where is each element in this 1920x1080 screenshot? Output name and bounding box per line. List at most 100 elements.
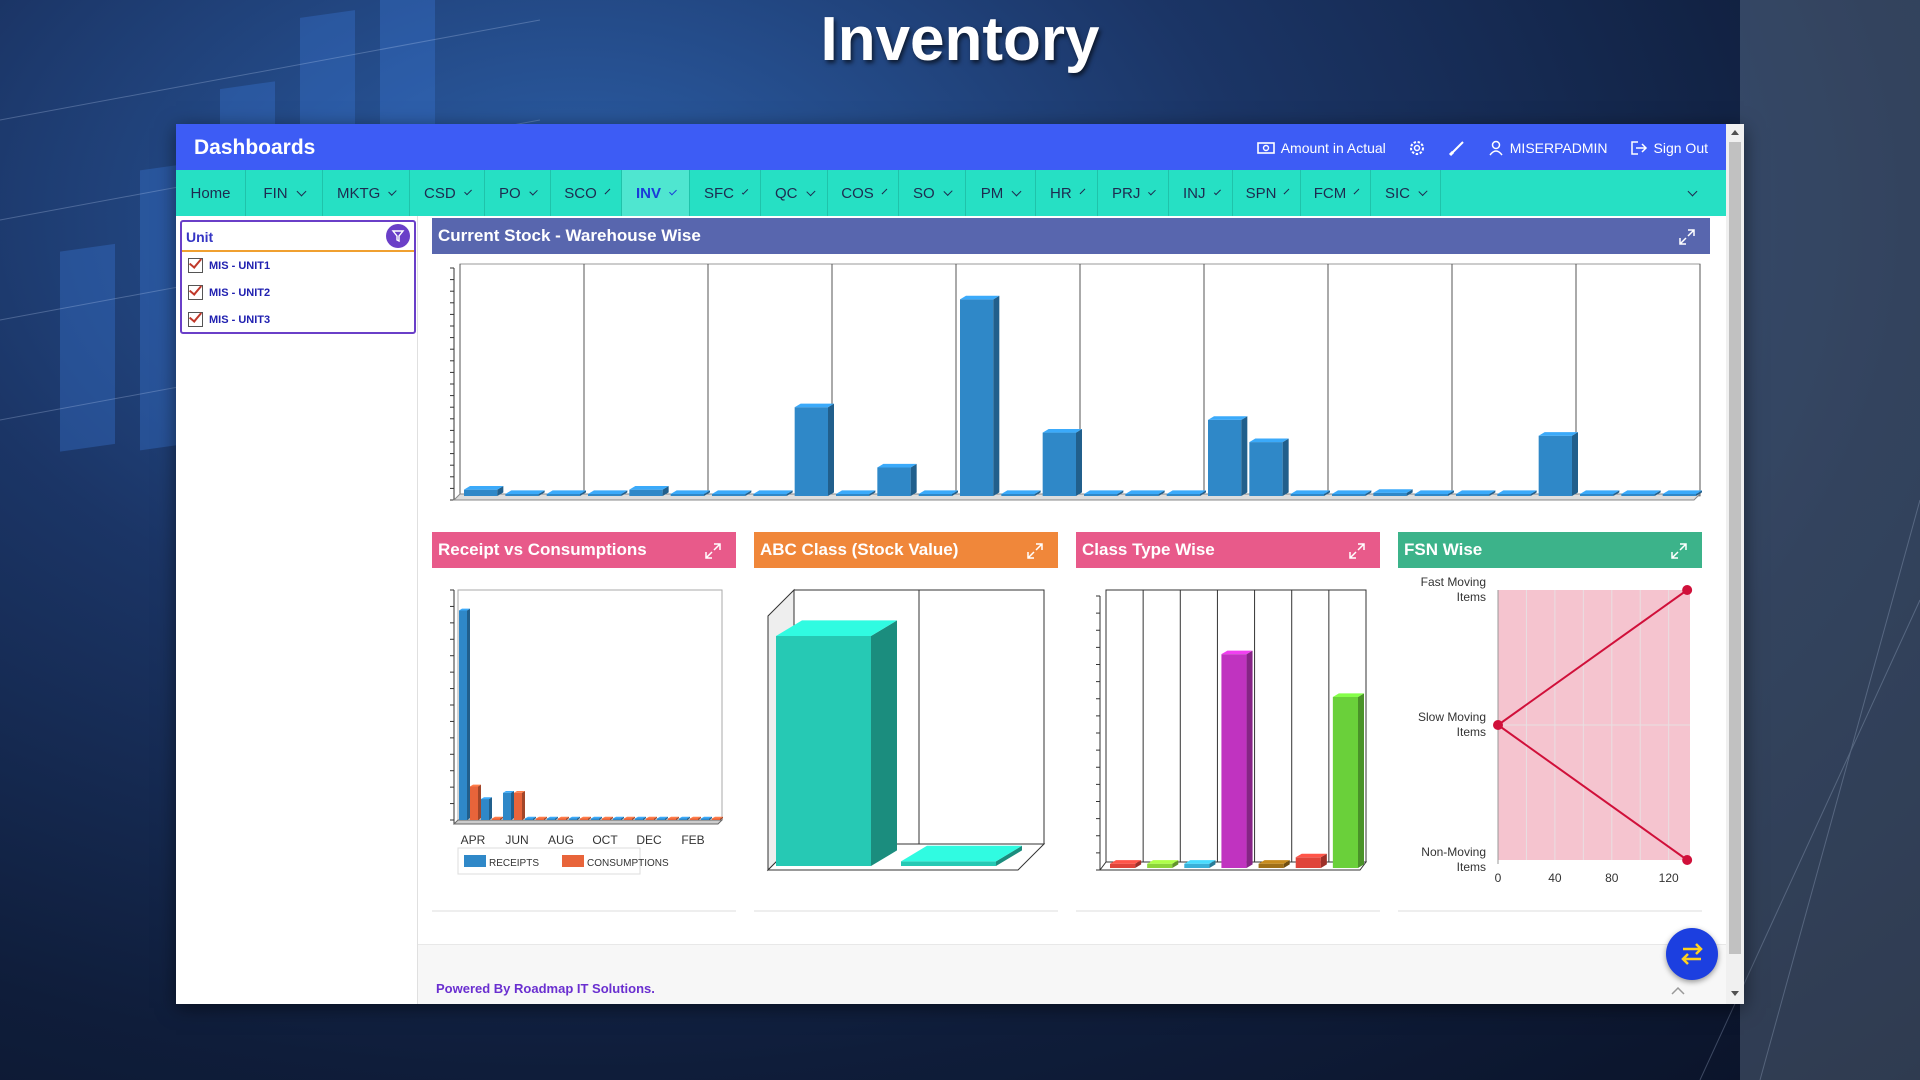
receipt-bar <box>470 784 481 820</box>
nav-item-sco[interactable]: SCO <box>551 170 622 216</box>
x-tick-label: OCT <box>592 833 618 847</box>
scroll-up-icon[interactable] <box>1730 128 1740 136</box>
chevron-down-icon <box>1418 186 1428 196</box>
nav-item-inv[interactable]: INV <box>622 170 690 216</box>
user-menu[interactable]: MISERPADMIN <box>1488 140 1608 156</box>
warehouse-bar <box>1125 490 1165 496</box>
warehouse-panel-title: Current Stock - Warehouse Wise <box>438 226 701 245</box>
nav-item-pm[interactable]: PM <box>966 170 1036 216</box>
module-nav: Home FIN MKTG CSD PO SCO INV SFC QC COS SO PM HR PRJ I… <box>176 170 1726 216</box>
nav-item-sic[interactable]: SIC <box>1371 170 1441 216</box>
warehouse-bar <box>1538 432 1578 496</box>
nav-item-mktg[interactable]: MKTG <box>323 170 410 216</box>
fsn-point <box>1682 855 1693 865</box>
checkbox[interactable] <box>188 285 203 300</box>
nav-item-sfc[interactable]: SFC <box>690 170 761 216</box>
warehouse-bar <box>1166 490 1206 496</box>
warehouse-bar <box>1662 490 1702 496</box>
expand-icon[interactable] <box>704 542 722 565</box>
x-tick-label: 120 <box>1659 871 1679 885</box>
nav-item-label: MKTG <box>337 184 381 202</box>
warehouse-bar <box>918 490 958 496</box>
nav-item-fin[interactable]: FIN <box>246 170 323 216</box>
nav-item-cos[interactable]: COS <box>828 170 899 216</box>
classtype-panel-title: Class Type Wise <box>1082 540 1215 559</box>
app-window: Dashboards Amount in Actual MISERPADMIN … <box>176 124 1744 1004</box>
scroll-down-icon[interactable] <box>1730 990 1740 998</box>
classtype-bar <box>1295 853 1327 868</box>
chevron-down-icon <box>1148 187 1156 195</box>
nav-more-button[interactable] <box>1654 170 1726 216</box>
unit-option[interactable]: MIS - UNIT1 <box>182 252 414 279</box>
expand-icon[interactable] <box>1670 542 1688 565</box>
warehouse-chart <box>450 263 1702 501</box>
switch-dashboard-button[interactable] <box>1666 928 1718 980</box>
plot-area <box>457 589 723 821</box>
chevron-down-icon <box>388 186 397 196</box>
expand-icon[interactable] <box>1026 542 1044 565</box>
nav-item-csd[interactable]: CSD <box>410 170 485 216</box>
nav-item-po[interactable]: PO <box>485 170 551 216</box>
checkbox[interactable] <box>188 312 203 327</box>
nav-item-label: SPN <box>1245 184 1277 202</box>
signout-button[interactable]: Sign Out <box>1630 140 1708 156</box>
unit-option[interactable]: MIS - UNIT3 <box>182 306 414 333</box>
signout-icon <box>1630 141 1647 155</box>
nav-item-home[interactable]: Home <box>176 170 246 216</box>
y-tick-label: Non-Moving Items <box>1421 845 1486 874</box>
receipt-bar <box>503 790 514 820</box>
nav-item-label: HR <box>1050 184 1072 202</box>
warehouse-bar <box>588 490 628 496</box>
warehouse-bar <box>877 463 917 496</box>
nav-item-prj[interactable]: PRJ <box>1098 170 1169 216</box>
nav-item-spn[interactable]: SPN <box>1233 170 1301 216</box>
settings-button[interactable] <box>1408 139 1426 157</box>
checkbox[interactable] <box>188 258 203 273</box>
filter-button[interactable] <box>386 224 410 248</box>
abc-chart <box>766 588 1046 872</box>
classtype-bar <box>1258 860 1290 868</box>
nav-item-hr[interactable]: HR <box>1036 170 1098 216</box>
warehouse-bar <box>464 486 504 496</box>
chevron-down-icon <box>881 188 888 194</box>
nav-item-label: COS <box>841 184 874 202</box>
chevron-down-icon <box>741 187 749 195</box>
nav-item-so[interactable]: SO <box>899 170 966 216</box>
warehouse-bar <box>629 486 669 496</box>
classtype-bar <box>1184 860 1216 868</box>
warehouse-bar <box>670 490 710 496</box>
signout-label: Sign Out <box>1653 140 1708 156</box>
warehouse-bar <box>1084 490 1124 496</box>
classtype-bar <box>1110 860 1142 868</box>
chevron-down-icon <box>1213 187 1221 195</box>
abc-panel-title: ABC Class (Stock Value) <box>760 540 959 559</box>
nav-item-inj[interactable]: INJ <box>1169 170 1233 216</box>
user-icon <box>1489 140 1503 156</box>
warehouse-bar <box>1290 490 1330 496</box>
expand-icon[interactable] <box>1348 542 1366 565</box>
unit-option[interactable]: MIS - UNIT2 <box>182 279 414 306</box>
footer-credit[interactable]: Powered By Roadmap IT Solutions. <box>436 981 655 996</box>
sidebar: Unit MIS - UNIT1 MIS - UNIT2 MIS - UNIT3 <box>176 216 418 1004</box>
expand-icon[interactable] <box>1678 228 1696 251</box>
receipt-panel-header: Receipt vs Consumptions <box>432 532 736 568</box>
theme-button[interactable] <box>1448 139 1466 157</box>
nav-item-label: INJ <box>1183 184 1206 202</box>
scrollbar-thumb[interactable] <box>1729 142 1741 954</box>
scrollbar[interactable] <box>1726 124 1744 1004</box>
nav-item-fcm[interactable]: FCM <box>1301 170 1371 216</box>
legend-label: CONSUMPTIONS <box>587 858 669 869</box>
chevron-down-icon <box>1079 188 1086 194</box>
nav-item-label: PRJ <box>1112 184 1141 202</box>
chevron-down-icon <box>1687 186 1697 196</box>
receipt-chart: APR JUN AUG OCT DEC FEB RECEIPTS CONSUMPTIONS <box>450 589 724 875</box>
nav-item-qc[interactable]: QC <box>761 170 828 216</box>
warehouse-bar <box>1208 416 1248 496</box>
warehouse-bar <box>505 490 545 496</box>
brand-title[interactable]: Dashboards <box>194 136 315 160</box>
warehouse-bar <box>960 295 1000 496</box>
classtype-bar <box>1221 650 1253 868</box>
scroll-top-button[interactable] <box>1660 976 1696 1004</box>
x-tick-label: 0 <box>1495 871 1502 885</box>
amount-toggle[interactable]: Amount in Actual <box>1256 140 1386 156</box>
